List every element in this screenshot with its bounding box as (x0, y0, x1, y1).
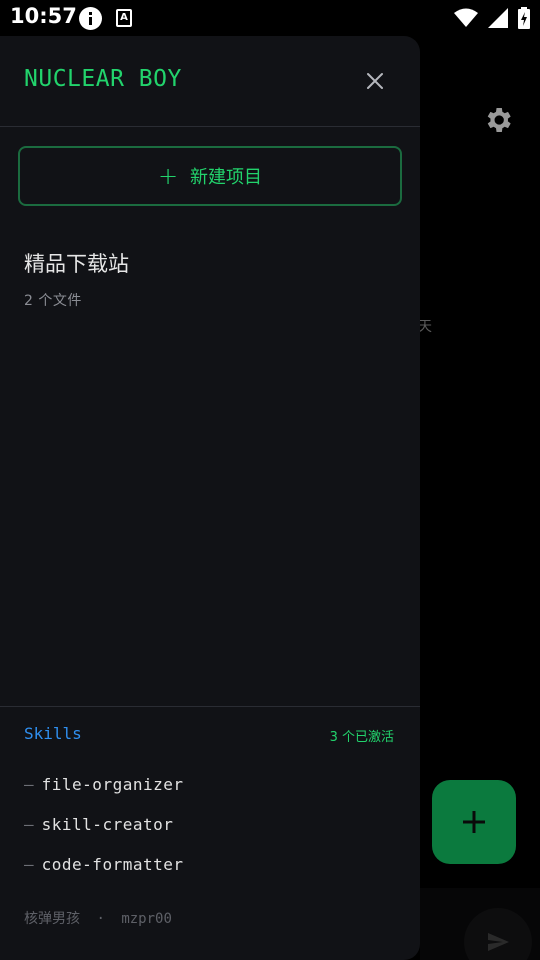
status-bar: 10:57 A (0, 0, 540, 36)
plus-icon: + (157, 162, 179, 190)
status-icons (454, 6, 530, 30)
new-project-label: 新建项目 (190, 167, 263, 188)
project-name: 精品下载站 (24, 252, 129, 276)
skill-name: skill-creator (41, 814, 174, 834)
new-project-button[interactable]: + 新建项目 (18, 146, 402, 206)
skill-bullet: — (24, 814, 34, 834)
footer-separator: · (96, 911, 105, 927)
skills-divider (0, 706, 420, 707)
skills-active-count: 3 个已激活 (329, 730, 394, 745)
send-icon (488, 933, 509, 951)
close-icon (367, 73, 383, 89)
skills-heading: Skills (24, 724, 82, 743)
skill-item[interactable]: — file-organizer (24, 764, 184, 804)
gear-icon[interactable] (482, 104, 514, 136)
navigation-drawer: NUCLEAR BOY + 新建项目 精品下载站 2 个文件 Skills 3 … (0, 36, 420, 960)
header-divider (0, 126, 420, 127)
skill-name: code-formatter (41, 854, 184, 874)
project-item[interactable]: 精品下载站 2 个文件 (24, 248, 129, 310)
accessibility-icon: A (116, 9, 132, 27)
close-button[interactable] (360, 66, 390, 96)
project-file-count: 2 个文件 (24, 293, 82, 309)
plus-icon (463, 811, 485, 833)
footer-name: 核弹男孩 (24, 911, 80, 927)
signal-icon (488, 8, 508, 28)
skill-name: file-organizer (41, 774, 184, 794)
wifi-icon (454, 8, 478, 27)
info-icon (79, 7, 102, 30)
skill-item[interactable]: — skill-creator (24, 804, 184, 844)
skill-bullet: — (24, 774, 34, 794)
status-time: 10:57 (10, 4, 77, 28)
skills-list: — file-organizer — skill-creator — code-… (24, 764, 184, 884)
add-fab-button[interactable] (432, 780, 516, 864)
background-partial-text: 天 (418, 319, 432, 335)
skill-bullet: — (24, 854, 34, 874)
drawer-footer: 核弹男孩 · mzpr00 (24, 908, 180, 928)
skill-item[interactable]: — code-formatter (24, 844, 184, 884)
battery-icon (518, 7, 530, 29)
footer-handle: mzpr00 (121, 911, 172, 927)
app-title: NUCLEAR BOY (24, 66, 182, 92)
